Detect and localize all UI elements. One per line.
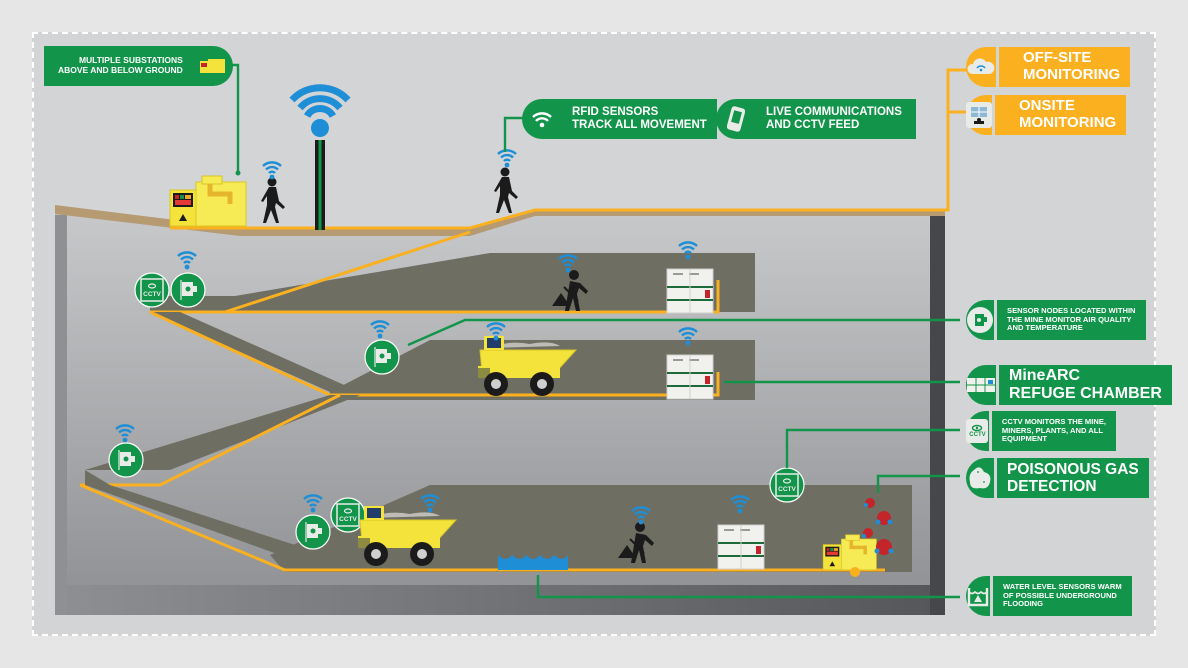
water-level-icon bbox=[966, 576, 990, 616]
cctv-node bbox=[134, 272, 170, 308]
control-room-icon bbox=[966, 95, 992, 135]
legend-gas-detection: POISONOUS GAS DETECTION bbox=[966, 458, 1149, 498]
network-junction bbox=[850, 567, 860, 577]
callout-substations: MULTIPLE SUBSTATIONS ABOVE AND BELOW GRO… bbox=[44, 46, 233, 86]
left-wall bbox=[55, 215, 67, 615]
legend-refuge-chamber: MineARC REFUGE CHAMBER bbox=[966, 365, 1172, 405]
refuge-chamber-level-2 bbox=[666, 354, 714, 400]
callout-offsite-monitoring: OFF-SITE MONITORING bbox=[966, 47, 1131, 87]
refuge-chamber-icon bbox=[966, 365, 996, 405]
substation-surface bbox=[170, 176, 246, 226]
wifi-icon bbox=[261, 161, 283, 181]
wifi-icon bbox=[522, 99, 562, 139]
callout-onsite-monitoring: ONSITE MONITORING bbox=[966, 95, 1127, 135]
sensor-node bbox=[108, 442, 144, 478]
cctv-node bbox=[330, 497, 366, 533]
cctv-node bbox=[769, 467, 805, 503]
cctv-icon: CCTV bbox=[966, 411, 989, 451]
callout-rfid: RFID SENSORS TRACK ALL MOVEMENT bbox=[522, 99, 717, 139]
tablet-icon bbox=[716, 99, 756, 139]
legend-water-level: WATER LEVEL SENSORS WARM OF POSSIBLE UND… bbox=[966, 576, 1132, 616]
refuge-chamber-level-1 bbox=[666, 268, 714, 314]
gas-cloud-icon bbox=[966, 458, 994, 498]
person-surface-2 bbox=[494, 167, 518, 213]
sensor-node-icon bbox=[966, 300, 994, 340]
wifi-tower bbox=[289, 84, 351, 230]
legend-sensor-nodes: SENSOR NODES LOCATED WITHIN THE MINE MON… bbox=[966, 300, 1146, 340]
sensor-node bbox=[364, 339, 400, 375]
refuge-chamber-level-3 bbox=[717, 524, 765, 570]
callout-live-comms: LIVE COMMUNICATIONS AND CCTV FEED bbox=[716, 99, 916, 139]
sensor-node bbox=[170, 272, 206, 308]
legend-cctv: CCTV CCTV MONITORS THE MINE, MINERS, PLA… bbox=[966, 411, 1116, 451]
wifi-icon bbox=[496, 149, 518, 169]
right-wall bbox=[930, 212, 945, 615]
sensor-node bbox=[295, 514, 331, 550]
substation-icon bbox=[192, 46, 233, 86]
mine-floor-band bbox=[55, 585, 945, 615]
person-surface-1 bbox=[261, 177, 285, 223]
cloud-wifi-icon bbox=[966, 47, 996, 87]
